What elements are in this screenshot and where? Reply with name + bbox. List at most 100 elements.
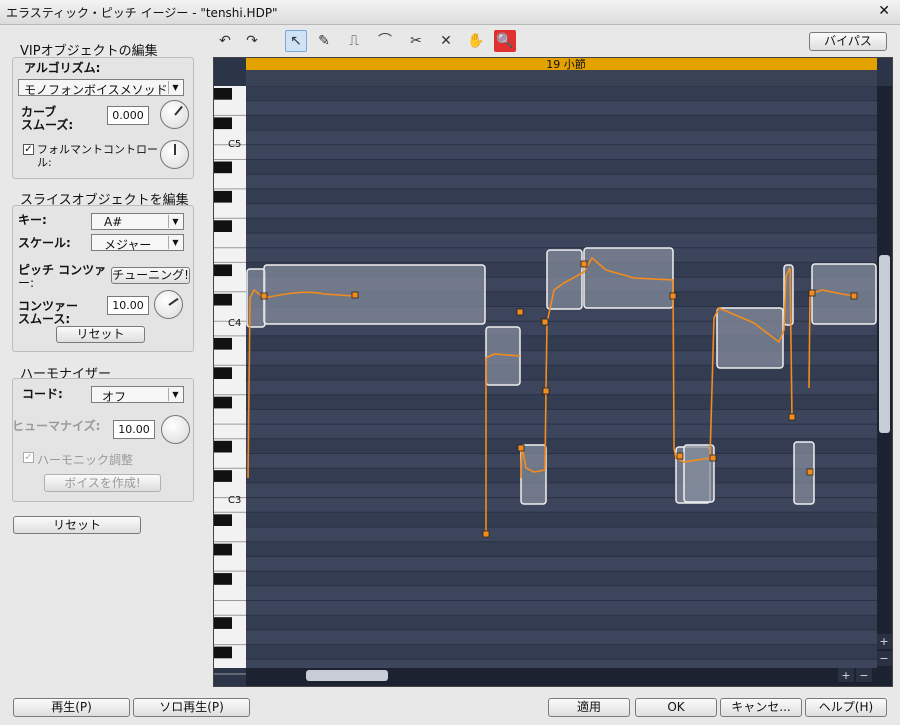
pitch-lane bbox=[246, 380, 877, 395]
key-label: キー: bbox=[18, 213, 47, 227]
scale-select[interactable]: メジャー ▼ bbox=[91, 234, 184, 252]
pitch-contour-label-2: ー: bbox=[18, 276, 35, 290]
pitch-anchor-point bbox=[676, 452, 684, 460]
pitch-lane bbox=[246, 585, 877, 601]
chord-select[interactable]: オフ ▼ bbox=[91, 386, 184, 404]
piano-black-key bbox=[214, 117, 232, 130]
cancel-button[interactable]: キャンセ... bbox=[720, 698, 802, 717]
smooth-tool-icon[interactable]: ⌒ bbox=[374, 30, 396, 52]
piano-black-key bbox=[214, 190, 232, 203]
pitch-lane bbox=[246, 644, 877, 660]
close-icon[interactable]: ✕ bbox=[878, 3, 890, 19]
slice-reset-button[interactable]: リセット bbox=[56, 326, 145, 343]
pitch-editor-canvas[interactable]: 19 小節 C5 C4 C3 + − + − bbox=[214, 58, 892, 686]
pitch-lane bbox=[246, 629, 877, 645]
reset-all-button[interactable]: リセット bbox=[13, 516, 141, 534]
slice-panel: キー: A# ▼ スケール: メジャー ▼ ピッチ コンツァ ー: チューニング… bbox=[12, 205, 194, 352]
apply-button[interactable]: 適用 bbox=[548, 698, 630, 717]
piano-black-key bbox=[214, 337, 232, 350]
curve-smooth-input[interactable]: 0.000 bbox=[107, 106, 149, 125]
pencil-tool-icon[interactable]: ✎ bbox=[313, 30, 335, 52]
contour-smooth-input[interactable]: 10.00 bbox=[107, 296, 149, 315]
pointer-tool-icon[interactable]: ↖ bbox=[285, 30, 307, 52]
piano-black-key bbox=[214, 617, 232, 629]
pitch-lane bbox=[246, 394, 877, 410]
harmonic-checkbox[interactable]: ✓ bbox=[23, 452, 34, 463]
step-tool-icon[interactable]: ⎍ bbox=[343, 30, 365, 52]
pitch-lane bbox=[246, 527, 877, 542]
undo-icon[interactable]: ↶ bbox=[214, 30, 236, 52]
piano-black-key bbox=[214, 220, 232, 232]
curve-smooth-label-2: スムーズ: bbox=[21, 118, 74, 132]
c4-label: C4 bbox=[228, 318, 241, 329]
piano-keyboard[interactable] bbox=[214, 86, 246, 675]
pitch-lane bbox=[246, 144, 877, 160]
create-voice-button[interactable]: ボイスを作成! bbox=[44, 474, 161, 492]
pitch-lane bbox=[246, 159, 877, 175]
pitch-anchor-point bbox=[542, 387, 550, 395]
key-select[interactable]: A# ▼ bbox=[91, 213, 184, 230]
pitch-anchor-point bbox=[351, 291, 359, 299]
erase-icon[interactable]: ✕ bbox=[435, 30, 457, 52]
redo-icon[interactable]: ↷ bbox=[241, 30, 263, 52]
piano-black-key bbox=[214, 367, 232, 379]
humanize-input[interactable]: 10.00 bbox=[113, 420, 155, 439]
tuning-button[interactable]: チューニング! bbox=[111, 267, 190, 284]
zoom-tool-icon[interactable]: 🔍 bbox=[494, 30, 516, 52]
piano-black-key bbox=[214, 573, 232, 585]
formant-knob[interactable] bbox=[160, 140, 189, 169]
piano-black-key bbox=[214, 514, 232, 526]
piano-black-key bbox=[214, 440, 232, 453]
pitch-lane bbox=[246, 600, 877, 616]
pitch-anchor-point bbox=[788, 413, 796, 421]
pitch-lane bbox=[246, 468, 877, 483]
vertical-scroll-thumb[interactable] bbox=[879, 255, 890, 433]
pitch-lane bbox=[246, 424, 877, 439]
scissors-icon[interactable]: ✂ bbox=[405, 30, 427, 52]
pitch-lane bbox=[246, 482, 877, 498]
c5-label: C5 bbox=[228, 139, 241, 150]
pitch-lane bbox=[246, 100, 877, 116]
piano-black-key bbox=[214, 264, 232, 277]
bypass-button[interactable]: バイパス bbox=[809, 32, 887, 51]
humanize-label: ヒューマナイズ: bbox=[12, 419, 101, 433]
play-button[interactable]: 再生(P) bbox=[13, 698, 130, 717]
hzoom-minus-label: − bbox=[859, 669, 868, 682]
pitch-lane bbox=[246, 453, 877, 469]
chevron-down-icon: ▼ bbox=[168, 215, 182, 228]
pitch-lane bbox=[246, 203, 877, 219]
c3-label: C3 bbox=[228, 495, 241, 506]
key-value: A# bbox=[104, 215, 123, 229]
scale-label: スケール: bbox=[18, 236, 71, 250]
pitch-anchor-point bbox=[517, 444, 525, 452]
pitch-lane bbox=[246, 615, 877, 630]
pitch-lane bbox=[246, 409, 877, 425]
pitch-lane bbox=[246, 188, 877, 204]
pitch-lane bbox=[246, 571, 877, 586]
contour-smooth-knob[interactable] bbox=[154, 290, 183, 319]
solo-play-button[interactable]: ソロ再生(P) bbox=[133, 698, 250, 717]
vip-panel: アルゴリズム: モノフォンボイスメソッド ▼ カーブ スムーズ: 0.000 ✓… bbox=[12, 57, 194, 179]
pitch-anchor-point bbox=[541, 318, 549, 326]
pitch-editor[interactable]: 19 小節 C5 C4 C3 + − + − bbox=[213, 57, 893, 687]
pitch-lane bbox=[246, 233, 877, 248]
curve-smooth-knob[interactable] bbox=[160, 100, 189, 129]
algorithm-value: モノフォンボイスメソッド bbox=[24, 83, 168, 97]
help-button[interactable]: ヘルプ(H) bbox=[805, 698, 887, 717]
bar-label: 19 小節 bbox=[546, 58, 586, 71]
horizontal-scroll-thumb[interactable] bbox=[306, 670, 388, 681]
note-blob bbox=[583, 247, 674, 309]
pitch-anchor-point bbox=[580, 260, 588, 268]
pitch-anchor-point bbox=[850, 292, 858, 300]
hand-tool-icon[interactable]: ✋ bbox=[465, 30, 487, 52]
algorithm-select[interactable]: モノフォンボイスメソッド ▼ bbox=[18, 79, 184, 97]
pitch-anchor-point bbox=[482, 530, 490, 538]
pitch-anchor-point bbox=[808, 289, 816, 297]
hzoom-plus-label: + bbox=[841, 669, 850, 682]
pitch-lane bbox=[246, 130, 877, 145]
chevron-down-icon: ▼ bbox=[168, 81, 182, 94]
humanize-knob[interactable] bbox=[161, 415, 190, 444]
ok-button[interactable]: OK bbox=[635, 698, 717, 717]
chevron-down-icon: ▼ bbox=[168, 388, 182, 401]
formant-checkbox[interactable]: ✓ bbox=[23, 144, 34, 155]
